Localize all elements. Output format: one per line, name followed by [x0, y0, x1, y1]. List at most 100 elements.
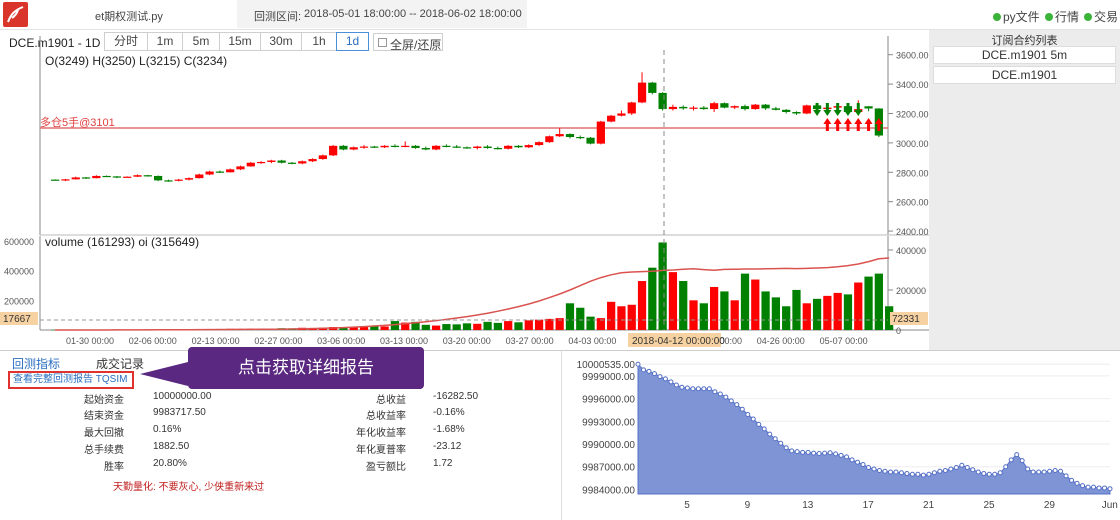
- time-tick-label: 03-27 00:00: [506, 336, 554, 346]
- equity-x-tick: 29: [1044, 500, 1056, 511]
- range-label: 回测区间:: [254, 11, 302, 23]
- metric-value: 20.80%: [153, 458, 187, 469]
- candle-body: [267, 160, 276, 162]
- candle-body: [92, 175, 101, 179]
- volume-bar: [504, 321, 513, 330]
- candle-body: [226, 169, 235, 173]
- metric-label: 胜率: [104, 462, 124, 473]
- volume-label: volume (161293) oi (315649): [45, 235, 199, 249]
- equity-point: [1069, 477, 1075, 483]
- volume-bar: [854, 282, 863, 330]
- equity-point: [844, 454, 850, 460]
- candle-body: [71, 177, 80, 180]
- equity-point: [893, 469, 899, 475]
- volume-bar: [442, 324, 451, 330]
- equity-point: [739, 406, 745, 412]
- volume-bar: [679, 281, 688, 330]
- candle-body: [143, 175, 152, 177]
- time-tick-label: 02-27 00:00: [254, 336, 302, 346]
- subscription-item[interactable]: DCE.m1901: [933, 66, 1116, 84]
- equity-point: [723, 394, 729, 400]
- metric-label: 总收益: [376, 395, 406, 406]
- candle-body: [483, 146, 492, 149]
- sell-arrow-icon: [823, 103, 832, 116]
- candle-body: [153, 175, 163, 181]
- ohlc-label: O(3249) H(3250) L(3215) C(3234): [45, 54, 227, 68]
- metric-value: 0.16%: [153, 424, 182, 435]
- equity-point: [717, 391, 723, 397]
- candle-body: [339, 145, 348, 150]
- equity-x-tick: 25: [983, 500, 995, 511]
- volume-bar: [782, 306, 791, 330]
- volume-bar: [473, 323, 482, 330]
- buy-arrow-icon: [843, 118, 852, 131]
- equity-point: [712, 389, 718, 395]
- volume-bar: [843, 294, 853, 330]
- equity-point: [783, 445, 789, 451]
- tab-trade-records[interactable]: 成交记录: [96, 355, 144, 372]
- equity-point: [849, 457, 855, 463]
- equity-point: [860, 461, 866, 467]
- candle-body: [730, 106, 739, 108]
- equity-point: [1058, 468, 1064, 474]
- volume-bar: [812, 298, 822, 330]
- time-tick-label: 01-30 00:00: [66, 336, 114, 346]
- equity-point: [838, 452, 844, 458]
- volume-marker: 17667: [3, 314, 31, 325]
- candle-body: [720, 103, 729, 108]
- equity-point: [992, 471, 998, 477]
- candle-body: [308, 159, 317, 162]
- app-logo: [3, 2, 28, 27]
- equity-point: [953, 464, 959, 470]
- equity-point: [1047, 468, 1053, 474]
- equity-point: [646, 368, 652, 374]
- price-tick-label: 3600.00: [896, 51, 929, 61]
- equity-point: [942, 468, 948, 474]
- candle-body: [390, 145, 400, 148]
- candle-body: [627, 102, 636, 114]
- candle-body: [607, 115, 616, 122]
- kline-chart[interactable]: O(3249) H(3250) L(3215) C(3234) 多仓5手@310…: [0, 30, 929, 350]
- candle-body: [555, 134, 564, 137]
- status-dot-icon: [1084, 13, 1092, 21]
- volume-bar: [864, 276, 873, 330]
- equity-point: [695, 386, 701, 392]
- time-tick-label: 04-03 00:00: [568, 336, 616, 346]
- equity-point: [789, 448, 795, 454]
- candle-body: [256, 161, 266, 164]
- equity-point: [800, 449, 806, 455]
- candle-body: [318, 155, 327, 160]
- volume-bar: [637, 281, 647, 330]
- full-report-link[interactable]: 查看完整回测报告 TQSIM: [8, 371, 134, 389]
- buy-arrow-icon: [864, 118, 873, 131]
- candle-body: [637, 82, 647, 103]
- tab-backtest-metrics[interactable]: 回测指标: [12, 355, 60, 372]
- equity-point: [1085, 484, 1091, 490]
- volume-bar: [617, 306, 626, 330]
- subscription-item[interactable]: DCE.m1901 5m: [933, 46, 1116, 64]
- volume-bar: [802, 303, 811, 330]
- equity-point: [657, 374, 663, 380]
- top-bar: et期权测试.py 回测区间: 2018-05-01 18:00:00 -- 2…: [0, 0, 1120, 30]
- metric-label: 结束资金: [84, 411, 124, 422]
- candle-body: [246, 162, 255, 167]
- candle-body: [349, 147, 358, 150]
- candle-body: [792, 112, 801, 114]
- volume-bar: [823, 295, 832, 330]
- volume-bar: [493, 322, 503, 330]
- equity-point: [948, 466, 954, 472]
- equity-x-tick: 21: [923, 500, 935, 511]
- equity-point: [931, 470, 937, 476]
- candle-body: [596, 121, 605, 144]
- candle-body: [51, 179, 60, 181]
- equity-chart[interactable]: 10000535.009999000.00 9996000.00 9993000.0…: [562, 351, 1120, 520]
- volume-bar: [462, 323, 472, 330]
- price-tick-label: 3400.00: [896, 80, 929, 90]
- range-value: 2018-05-01 18:00:00 -- 2018-06-02 18:00:…: [304, 8, 522, 20]
- equity-point: [937, 468, 943, 474]
- backtest-range: 回测区间: 2018-05-01 18:00:00 -- 2018-06-02 …: [237, 0, 527, 28]
- equity-point: [811, 450, 817, 456]
- equity-point: [1107, 486, 1113, 492]
- equity-point: [684, 385, 690, 391]
- volume-bar: [586, 316, 595, 330]
